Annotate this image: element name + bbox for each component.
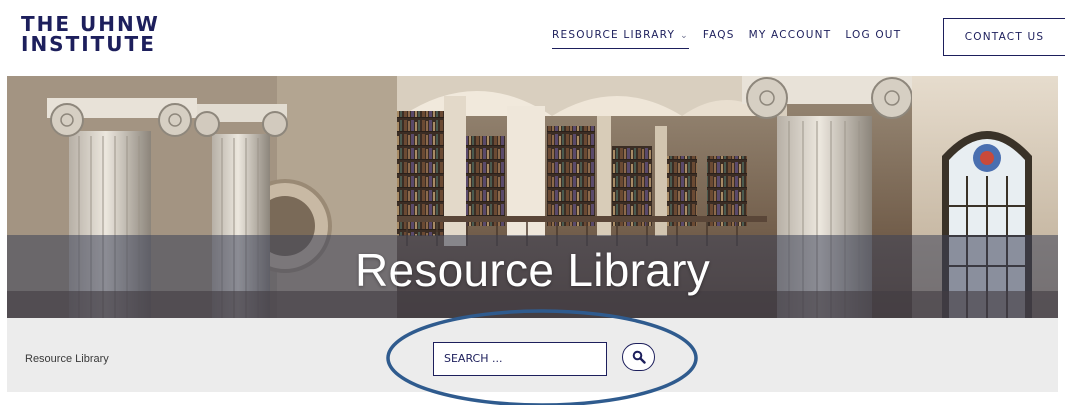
nav-item-faqs[interactable]: FAQS (703, 29, 735, 41)
search-bar-section: Resource Library SEARCH ... (7, 318, 1058, 392)
search-button[interactable] (622, 343, 655, 371)
nav-item-my-account[interactable]: MY ACCOUNT (749, 29, 832, 41)
search-icon (632, 350, 646, 364)
page-title: Resource Library (354, 244, 711, 296)
hero-banner: Resource Library (7, 76, 1058, 318)
page: THE UHNW INSTITUTE RESOURCE LIBRARY ⌄ FAQ… (0, 0, 1065, 405)
logo-line-2: INSTITUTE (21, 32, 156, 56)
logo-line-1: THE UHNW (21, 12, 160, 36)
contact-us-button[interactable]: CONTACT US (943, 18, 1065, 56)
nav-item-label: RESOURCE LIBRARY (552, 29, 676, 41)
chevron-down-icon: ⌄ (680, 31, 689, 41)
nav-item-resource-library[interactable]: RESOURCE LIBRARY ⌄ (552, 29, 689, 49)
nav-item-log-out[interactable]: LOG OUT (845, 29, 901, 41)
main-nav: RESOURCE LIBRARY ⌄ FAQS MY ACCOUNT LOG OU… (552, 29, 901, 49)
site-header: THE UHNW INSTITUTE RESOURCE LIBRARY ⌄ FAQ… (0, 0, 1065, 78)
breadcrumb[interactable]: Resource Library (25, 353, 109, 365)
search-input[interactable]: SEARCH ... (433, 342, 607, 376)
site-logo[interactable]: THE UHNW INSTITUTE (21, 14, 160, 54)
